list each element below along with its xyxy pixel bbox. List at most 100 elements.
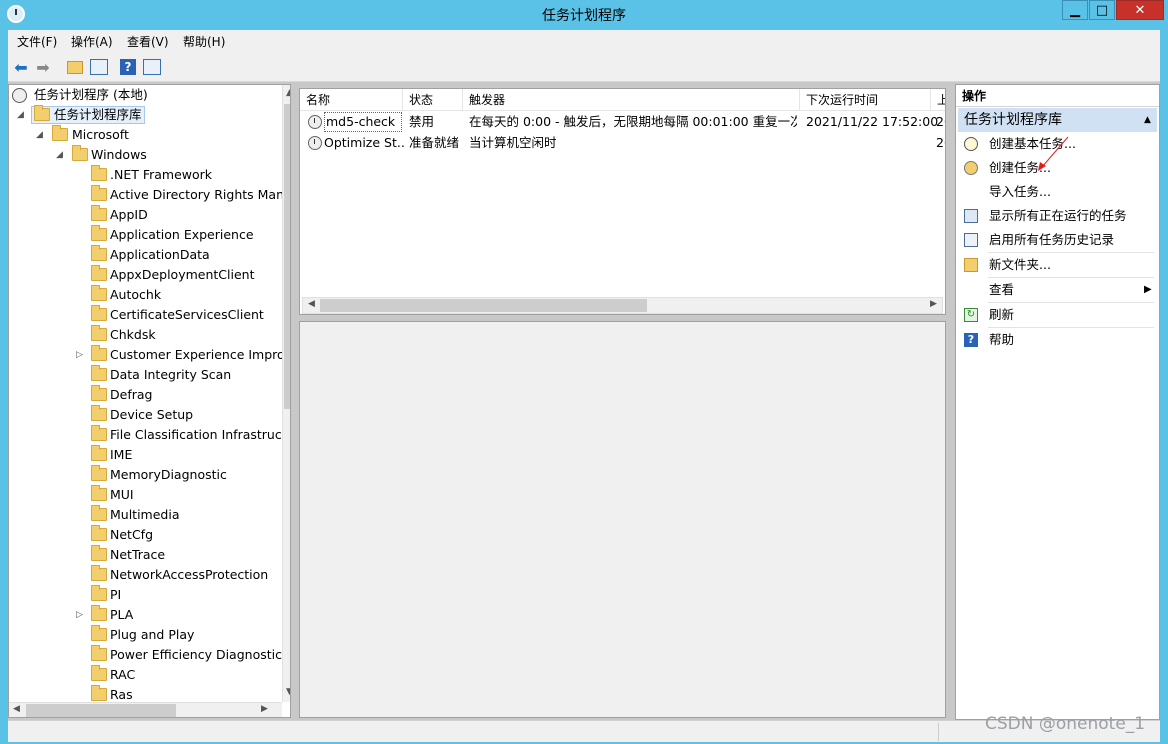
tree-windows-label: Windows — [91, 147, 147, 162]
task-status: 准备就绪 — [409, 135, 460, 150]
tree-folder-label: File Classification Infrastructu — [110, 427, 291, 442]
scroll-left-icon[interactable]: ◀ — [13, 704, 20, 714]
action-label: 查看 — [989, 282, 1015, 297]
task-name: Optimize St... — [324, 135, 404, 150]
folder-icon — [91, 505, 107, 521]
menu-view[interactable]: 查看(V) — [127, 33, 169, 50]
column-header-next-run[interactable]: 下次运行时间 — [800, 89, 931, 111]
tree-horizontal-scrollbar[interactable]: ◀ ▶ — [9, 702, 282, 717]
tree-scroll-thumb[interactable] — [284, 104, 290, 409]
folder-icon — [91, 445, 107, 461]
scroll-left-icon[interactable]: ◀ — [308, 299, 315, 309]
minimize-button[interactable]: ▁ — [1062, 0, 1088, 20]
window-title: 任务计划程序 — [542, 8, 626, 24]
task-table-header: 名称 状态 触发器 下次运行时间 上 — [300, 89, 945, 111]
action-import-task[interactable]: 导入任务... — [958, 180, 1157, 204]
action-label: 帮助 — [989, 332, 1015, 347]
action-label: 刷新 — [989, 307, 1015, 322]
action-label: 新文件夹... — [989, 257, 1051, 272]
folder-icon — [91, 425, 107, 441]
table-row[interactable]: md5-check 禁用 在每天的 0:00 - 触发后，无限期地每隔 00:0… — [300, 112, 945, 132]
tree-folder-label: .NET Framework — [110, 167, 213, 182]
folder-icon — [91, 265, 107, 281]
tree-folder-label: MUI — [110, 487, 134, 502]
show-action-pane-icon[interactable] — [141, 56, 163, 78]
folder-icon — [91, 165, 107, 181]
scroll-right-icon[interactable]: ▶ — [930, 299, 937, 309]
tree-folder-label: Application Experience — [110, 227, 254, 242]
folder-icon — [91, 245, 107, 261]
column-header-last-run[interactable]: 上 — [931, 89, 945, 111]
back-arrow-icon[interactable]: ⬅ — [10, 56, 32, 78]
tree-folder-label: NetCfg — [110, 527, 154, 542]
create-task-icon — [964, 161, 978, 175]
menu-bar: 文件(F) 操作(A) 查看(V) 帮助(H) — [8, 30, 1160, 52]
new-folder-icon — [964, 258, 978, 272]
expand-arrow-icon[interactable]: ◢ — [17, 105, 24, 125]
task-clock-icon — [308, 115, 322, 129]
tree-microsoft-label: Microsoft — [72, 127, 129, 142]
folder-icon — [34, 105, 50, 121]
task-status: 禁用 — [409, 114, 435, 129]
folder-icon — [91, 405, 107, 421]
folder-icon — [91, 325, 107, 341]
folder-icon — [91, 565, 107, 581]
tree-vertical-scrollbar[interactable]: ▲ ▼ — [282, 85, 290, 702]
task-trigger: 在每天的 0:00 - 触发后，无限期地每隔 00:01:00 重复一次。 — [469, 114, 797, 129]
task-list-horizontal-scrollbar[interactable]: ◀ ▶ — [302, 297, 943, 314]
scroll-right-icon[interactable]: ▶ — [261, 704, 268, 714]
title-bar: 任务计划程序 ▁ □ ✕ — [0, 0, 1168, 28]
folder-icon — [91, 525, 107, 541]
close-button[interactable]: ✕ — [1116, 0, 1164, 20]
folder-icon — [91, 685, 107, 701]
scroll-up-icon[interactable]: ▲ — [286, 88, 290, 98]
folder-icon — [91, 365, 107, 381]
task-list-hscroll-thumb[interactable] — [320, 299, 647, 312]
table-row[interactable]: Optimize St... 准备就绪 当计算机空闲时 20 — [300, 133, 945, 153]
menu-help[interactable]: 帮助(H) — [183, 33, 225, 50]
task-list-pane: 名称 状态 触发器 下次运行时间 上 md5-check 禁用 在每天的 0:0… — [299, 88, 946, 315]
action-enable-history[interactable]: 启用所有任务历史记录 — [958, 228, 1157, 252]
tree-hscroll-thumb[interactable] — [26, 704, 176, 717]
create-basic-task-icon — [964, 137, 978, 151]
tree-folder-label: PLA — [110, 607, 134, 622]
toolbar: ⬅ ➡ ? — [8, 52, 1160, 82]
expand-arrow-icon[interactable]: ◢ — [56, 145, 63, 165]
actions-section-header[interactable]: 任务计划程序库 ▲ — [958, 108, 1157, 132]
action-help[interactable]: ? 帮助 — [958, 328, 1157, 352]
action-refresh[interactable]: ↻ 刷新 — [958, 303, 1157, 327]
column-header-trigger[interactable]: 触发器 — [463, 89, 800, 111]
tree-folder-label: Active Directory Rights Mana — [110, 187, 291, 202]
clock-icon — [12, 88, 27, 103]
scroll-down-icon[interactable]: ▼ — [286, 687, 290, 697]
forward-arrow-icon[interactable]: ➡ — [32, 56, 54, 78]
expand-arrow-icon[interactable]: ▷ — [76, 345, 83, 365]
menu-action[interactable]: 操作(A) — [71, 33, 113, 50]
tree-root-label: 任务计划程序 (本地) — [34, 87, 148, 102]
action-view-submenu[interactable]: 查看 ▶ — [958, 278, 1157, 302]
red-annotation-arrow — [1038, 136, 1069, 171]
maximize-button[interactable]: □ — [1089, 0, 1115, 20]
task-clock-icon — [308, 136, 322, 150]
tree-folder-label: CertificateServicesClient — [110, 307, 264, 322]
collapse-arrow-icon[interactable]: ▲ — [1144, 108, 1151, 132]
folder-icon — [91, 305, 107, 321]
show-hide-tree-icon[interactable] — [88, 56, 110, 78]
menu-file[interactable]: 文件(F) — [17, 33, 57, 50]
tree-folder-label: NetTrace — [110, 547, 166, 562]
action-new-folder[interactable]: 新文件夹... — [958, 253, 1157, 277]
action-show-running-tasks[interactable]: 显示所有正在运行的任务 — [958, 204, 1157, 228]
column-header-status[interactable]: 状态 — [403, 89, 463, 111]
folder-icon — [91, 345, 107, 361]
expand-arrow-icon[interactable]: ◢ — [36, 125, 43, 145]
folder-icon — [91, 285, 107, 301]
folder-icon — [91, 585, 107, 601]
help-icon[interactable]: ? — [117, 56, 139, 78]
tree-folder-label: AppxDeploymentClient — [110, 267, 255, 282]
folder-icon — [91, 665, 107, 681]
expand-arrow-icon[interactable]: ▷ — [76, 605, 83, 625]
tree-folder-label: RAC — [110, 667, 136, 682]
up-folder-icon[interactable] — [64, 56, 86, 78]
tree-library-label: 任务计划程序库 — [54, 107, 142, 122]
column-header-name[interactable]: 名称 — [300, 89, 403, 111]
